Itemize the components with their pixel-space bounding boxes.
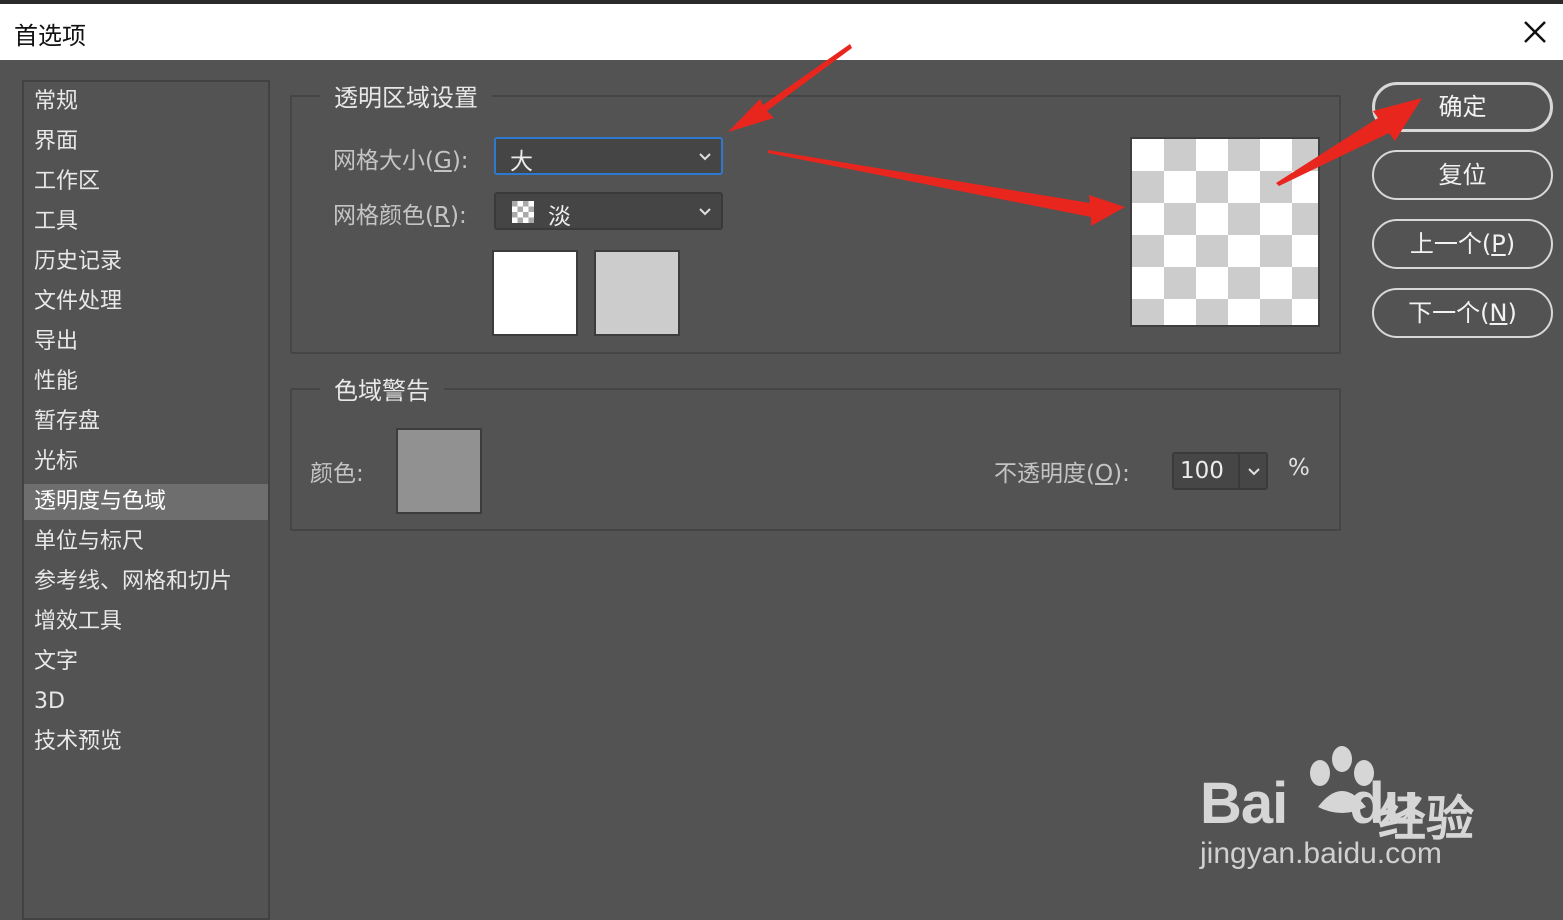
sidebar-item-transparency-gamut[interactable]: 透明度与色域 bbox=[24, 484, 268, 520]
sidebar-item-interface[interactable]: 界面 bbox=[24, 124, 268, 160]
transparency-settings-legend: 透明区域设置 bbox=[334, 84, 478, 112]
grid-size-value: 大 bbox=[510, 149, 533, 175]
close-icon bbox=[1524, 21, 1546, 43]
gamut-color-label: 颜色: bbox=[310, 461, 364, 487]
sidebar-item-file-handling[interactable]: 文件处理 bbox=[24, 284, 268, 320]
next-button[interactable]: 下一个(N) bbox=[1372, 288, 1553, 338]
gamut-color-swatch[interactable] bbox=[396, 428, 482, 514]
opacity-value: 100 bbox=[1180, 458, 1224, 484]
sidebar-item-cursors[interactable]: 光标 bbox=[24, 444, 268, 480]
sidebar-item-guides-grid-slices[interactable]: 参考线、网格和切片 bbox=[24, 564, 268, 600]
baidu-watermark: Bai du 经验 jingyan.baidu.com bbox=[1200, 745, 1500, 885]
dialog-title: 首选项 bbox=[14, 22, 86, 50]
grid-color-label: 网格颜色(R): bbox=[333, 203, 467, 229]
opacity-percent: % bbox=[1288, 455, 1310, 481]
grid-color-value: 淡 bbox=[548, 204, 571, 230]
reset-button[interactable]: 复位 bbox=[1372, 150, 1553, 200]
grid-color-select[interactable]: 淡 bbox=[494, 192, 723, 230]
sidebar-item-tools[interactable]: 工具 bbox=[24, 204, 268, 240]
gamut-warning-legend: 色域警告 bbox=[334, 377, 430, 405]
sidebar-item-export[interactable]: 导出 bbox=[24, 324, 268, 360]
grid-color-swatch-2[interactable] bbox=[594, 250, 680, 336]
title-bar: 首选项 bbox=[0, 0, 1563, 60]
grid-size-select[interactable]: 大 bbox=[494, 137, 723, 175]
sidebar-item-history[interactable]: 历史记录 bbox=[24, 244, 268, 280]
chevron-down-icon bbox=[699, 153, 711, 161]
chevron-down-icon[interactable] bbox=[1246, 460, 1262, 482]
chevron-down-icon bbox=[699, 208, 711, 216]
sidebar-item-general[interactable]: 常规 bbox=[24, 84, 268, 120]
opacity-divider bbox=[1238, 454, 1240, 488]
sidebar-item-scratch-disks[interactable]: 暂存盘 bbox=[24, 404, 268, 440]
transparency-grid-preview bbox=[1130, 137, 1320, 327]
sidebar-item-tech-previews[interactable]: 技术预览 bbox=[24, 724, 268, 760]
sidebar-item-units-rulers[interactable]: 单位与标尺 bbox=[24, 524, 268, 560]
sidebar-item-type[interactable]: 文字 bbox=[24, 644, 268, 680]
checker-pattern-icon bbox=[512, 201, 534, 223]
sidebar-item-plugins[interactable]: 增效工具 bbox=[24, 604, 268, 640]
grid-size-label: 网格大小(G): bbox=[333, 148, 469, 174]
opacity-input[interactable]: 100 bbox=[1172, 452, 1268, 490]
sidebar-item-workspace[interactable]: 工作区 bbox=[24, 164, 268, 200]
prev-button[interactable]: 上一个(P) bbox=[1372, 219, 1553, 269]
grid-color-swatch-1[interactable] bbox=[492, 250, 578, 336]
preferences-sidebar: 常规 界面 工作区 工具 历史记录 文件处理 导出 性能 暂存盘 光标 透明度与… bbox=[22, 80, 270, 920]
sidebar-item-3d[interactable]: 3D bbox=[24, 684, 268, 720]
ok-button[interactable]: 确定 bbox=[1372, 82, 1553, 132]
sidebar-item-performance[interactable]: 性能 bbox=[24, 364, 268, 400]
close-button[interactable] bbox=[1517, 14, 1553, 50]
opacity-label: 不透明度(O): bbox=[994, 461, 1130, 487]
watermark-url: jingyan.baidu.com bbox=[1200, 837, 1442, 870]
